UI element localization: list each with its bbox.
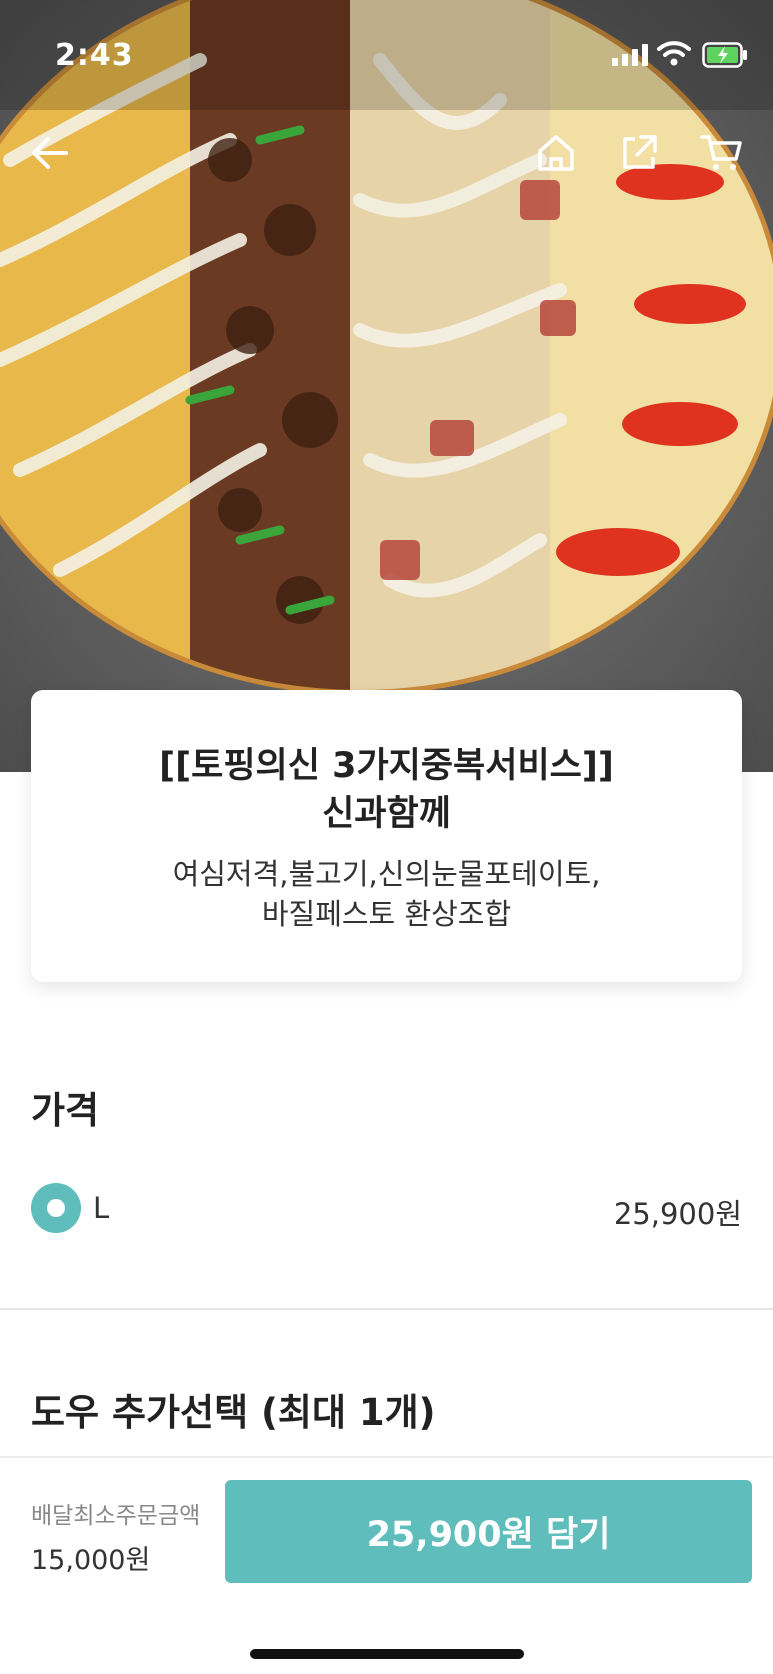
option-price: 25,900원: [613, 1197, 742, 1231]
section-divider: [0, 1308, 773, 1310]
cellular-signal-icon: [612, 44, 648, 70]
min-order-label: 배달최소주문금액: [31, 1503, 201, 1529]
product-title-line2: 신과함께: [322, 794, 451, 834]
radio-dot: [47, 1199, 65, 1217]
pizza-illustration: [0, 0, 773, 772]
back-button[interactable]: [22, 125, 78, 181]
selected-radio[interactable]: [31, 1183, 81, 1233]
bottom-order-bar: 배달최소주문금액 15,000원 25,900원 담기: [0, 1456, 773, 1674]
product-info-card: [[토핑의신 3가지중복서비스]] 신과함께 여심저격,불고기,신의눈물포테이토…: [31, 690, 742, 982]
add-to-cart-button[interactable]: 25,900원 담기: [225, 1480, 752, 1583]
product-title-line1: [[토핑의신 3가지중복서비스]]: [159, 746, 614, 786]
battery-charging-icon: [702, 42, 748, 72]
wifi-icon: [657, 40, 691, 70]
price-option-l[interactable]: L 25,900원: [31, 1183, 742, 1233]
cart-icon: [700, 135, 742, 170]
share-button[interactable]: [611, 125, 667, 181]
product-description: 여심저격,불고기,신의눈물포테이토, 바질페스토 환상조합: [31, 854, 742, 934]
home-indicator: [250, 1649, 524, 1659]
option-label: L: [93, 1191, 110, 1225]
min-order-value: 15,000원: [31, 1545, 151, 1576]
home-icon: [538, 135, 574, 171]
product-desc-line2: 바질페스토 환상조합: [261, 897, 512, 931]
arrow-left-icon: [32, 137, 68, 169]
product-title: [[토핑의신 3가지중복서비스]] 신과함께: [31, 742, 742, 838]
product-image: [0, 0, 773, 772]
dough-section-title: 도우 추가선택 (최대 1개): [31, 1391, 436, 1434]
share-icon: [623, 135, 657, 169]
status-bar: 2:43: [0, 0, 773, 110]
cart-button[interactable]: [694, 125, 750, 181]
price-section-title: 가격: [31, 1089, 100, 1132]
product-desc-line1: 여심저격,불고기,신의눈물포테이토,: [172, 857, 601, 891]
status-time: 2:43: [55, 38, 134, 73]
home-button[interactable]: [528, 125, 584, 181]
